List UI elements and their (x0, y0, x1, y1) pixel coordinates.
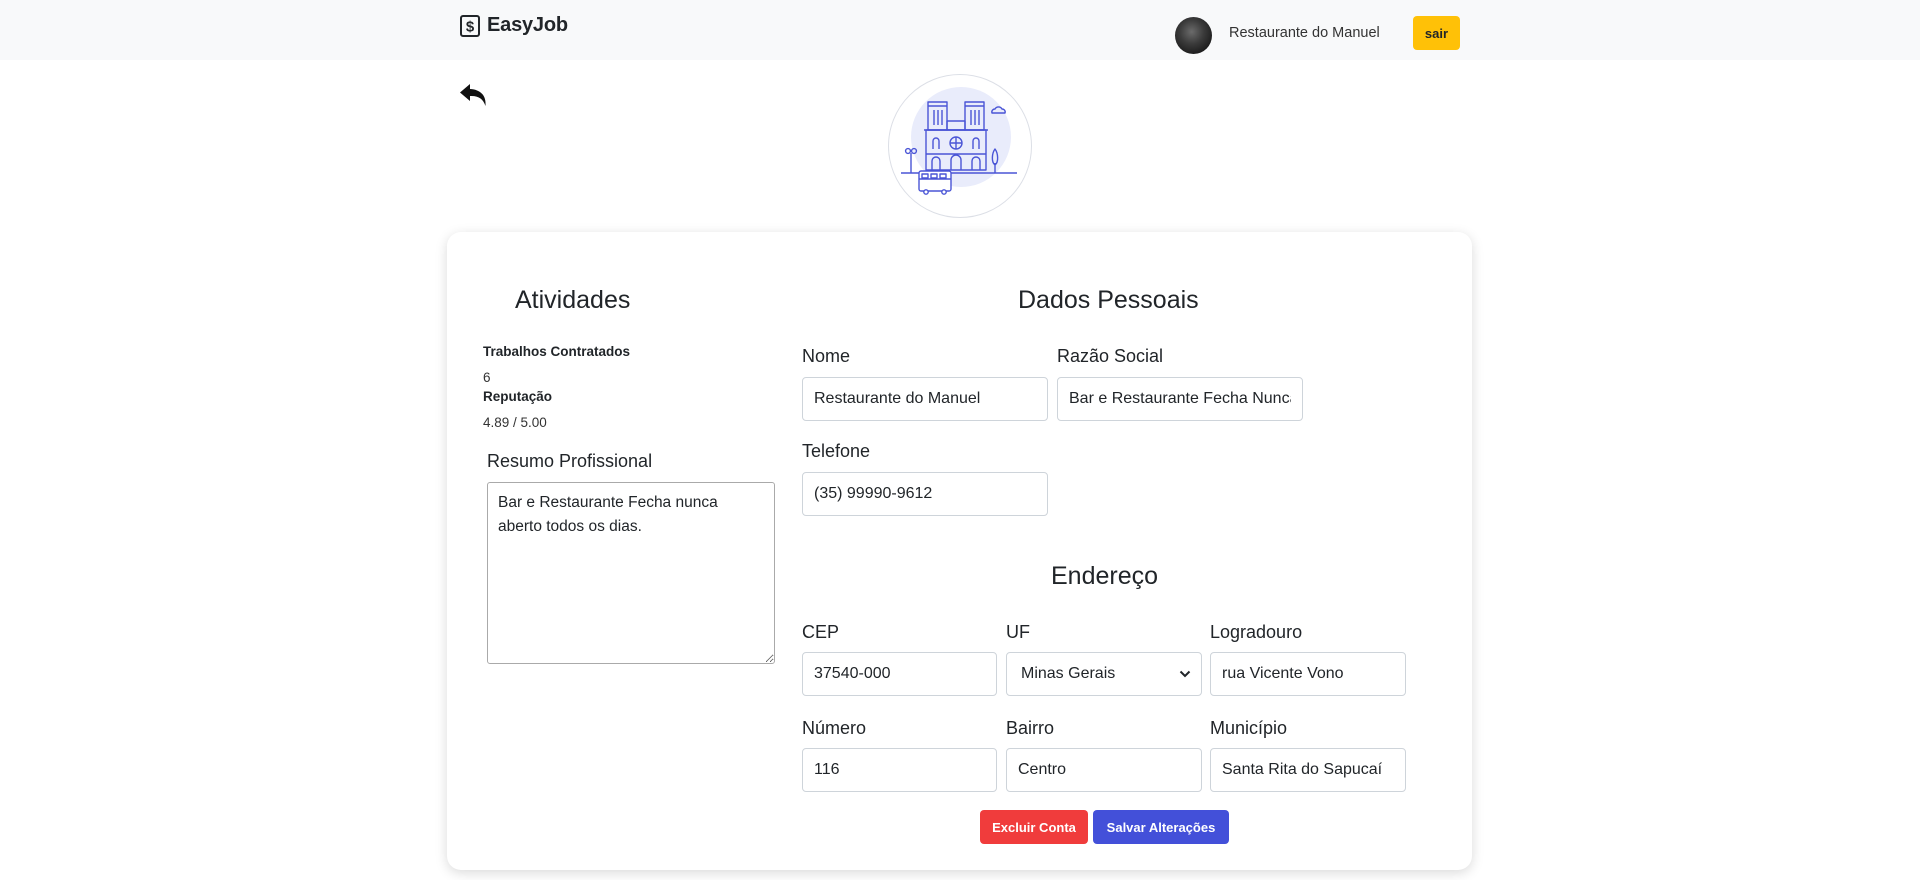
dollar-sign-icon: $ (460, 14, 480, 37)
summary-label: Resumo Profissional (487, 451, 653, 471)
jobs-value: 6 (483, 370, 491, 385)
cathedral-illustration (901, 87, 1017, 195)
uf-select[interactable]: Minas Gerais (1006, 652, 1202, 696)
summary-textarea[interactable]: Bar e Restaurante Fecha nunca aberto tod… (487, 482, 775, 664)
city-input[interactable] (1210, 748, 1406, 792)
profile-picture[interactable] (888, 74, 1032, 218)
name-input[interactable] (802, 377, 1048, 421)
number-input[interactable] (802, 748, 997, 792)
phone-label: Telefone (802, 441, 871, 461)
name-label: Nome (802, 346, 851, 366)
reputation-value: 4.89 / 5.00 (483, 415, 547, 430)
cep-label: CEP (802, 622, 840, 642)
profile-card: Atividades Trabalhos Contratados 6 Reput… (447, 232, 1472, 870)
district-input[interactable] (1006, 748, 1202, 792)
district-label: Bairro (1006, 718, 1055, 738)
phone-input[interactable] (802, 472, 1048, 516)
jobs-label: Trabalhos Contratados (483, 344, 631, 359)
brand-link[interactable]: $ EasyJob (460, 14, 568, 37)
uf-label: UF (1006, 622, 1030, 642)
avatar[interactable] (1175, 17, 1212, 54)
save-changes-button[interactable]: Salvar Alterações (1093, 810, 1229, 844)
delete-account-button[interactable]: Excluir Conta (980, 810, 1088, 844)
back-arrow-icon[interactable] (458, 78, 492, 112)
city-label: Município (1210, 718, 1288, 738)
company-label: Razão Social (1057, 346, 1164, 366)
company-input[interactable] (1057, 377, 1303, 421)
street-label: Logradouro (1210, 622, 1303, 642)
number-label: Número (802, 718, 867, 738)
brand-name: EasyJob (487, 14, 568, 36)
chevron-down-icon (1179, 670, 1191, 678)
uf-selected-value: Minas Gerais (1021, 665, 1116, 682)
logout-button[interactable]: sair (1413, 16, 1460, 50)
street-input[interactable] (1210, 652, 1406, 696)
navbar: $ EasyJob Restaurante do Manuel sair (0, 0, 1920, 60)
personal-title: Dados Pessoais (1018, 286, 1199, 314)
activities-title: Atividades (515, 286, 631, 314)
address-title: Endereço (1051, 562, 1159, 590)
svg-text:$: $ (466, 18, 475, 35)
reputation-label: Reputação (483, 389, 553, 404)
nav-user-name[interactable]: Restaurante do Manuel (1229, 25, 1380, 41)
cep-input[interactable] (802, 652, 997, 696)
